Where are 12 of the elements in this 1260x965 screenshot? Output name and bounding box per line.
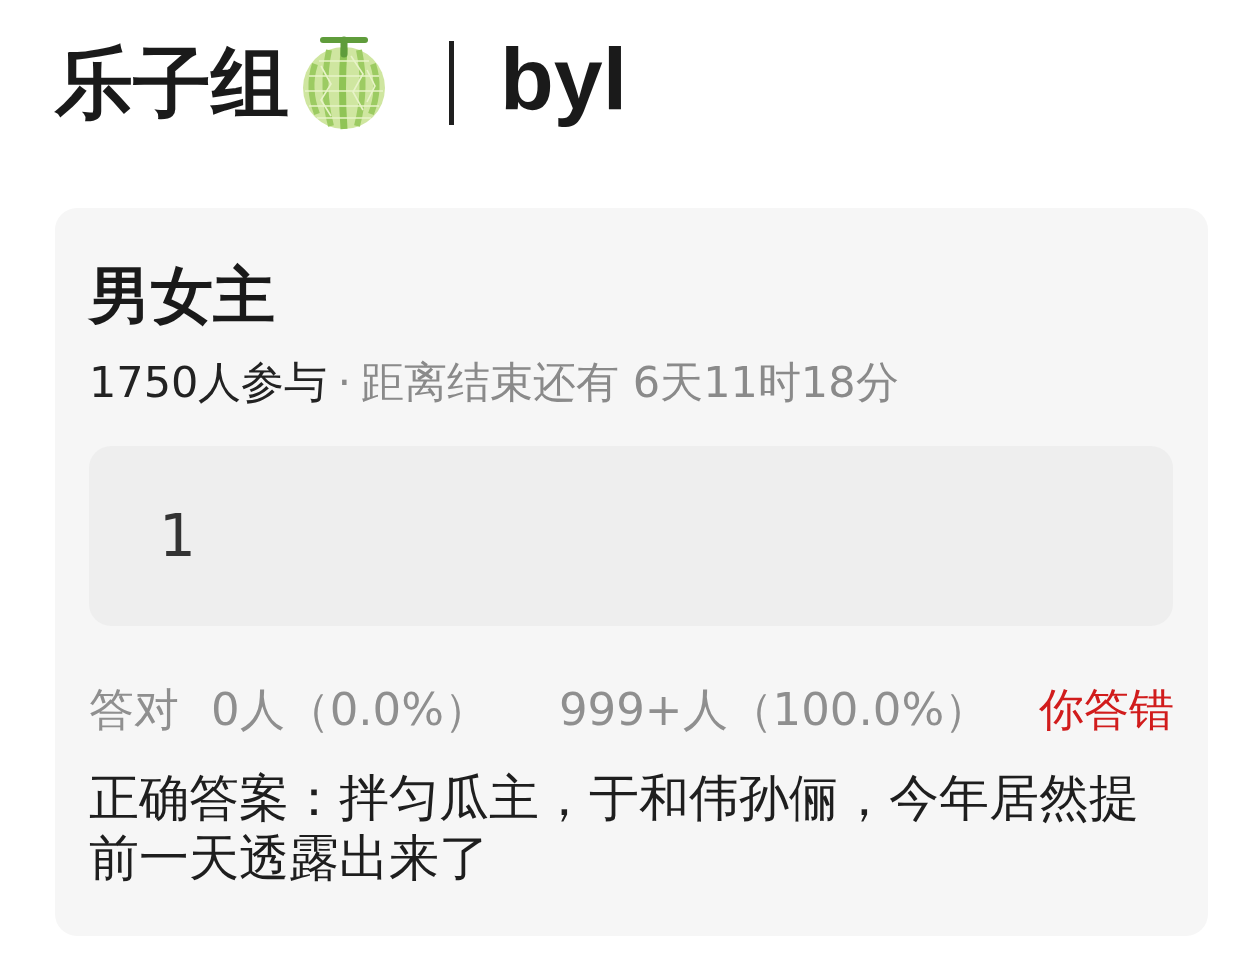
correct-answer-text: 正确答案：拌匀瓜主，于和伟孙俪，今年居然提前一天透露出来了 bbox=[89, 768, 1140, 888]
answer-box: 1 bbox=[89, 446, 1173, 626]
deadline-text: 距离结束还有 6天11时18分 bbox=[361, 356, 899, 409]
quiz-title: 男女主 bbox=[89, 258, 275, 334]
melon-icon bbox=[301, 36, 387, 130]
wrong-count: 999+人（100.0%） bbox=[558, 682, 990, 738]
group-name: 乐子组 bbox=[55, 44, 289, 122]
result-text: 你答错 bbox=[1039, 682, 1175, 738]
participant-count: 1750人参与 bbox=[89, 356, 328, 409]
meta-separator: · bbox=[337, 356, 352, 409]
correct-label: 答对 bbox=[89, 682, 179, 738]
correct-count: 0人（0.0%） bbox=[211, 682, 489, 738]
